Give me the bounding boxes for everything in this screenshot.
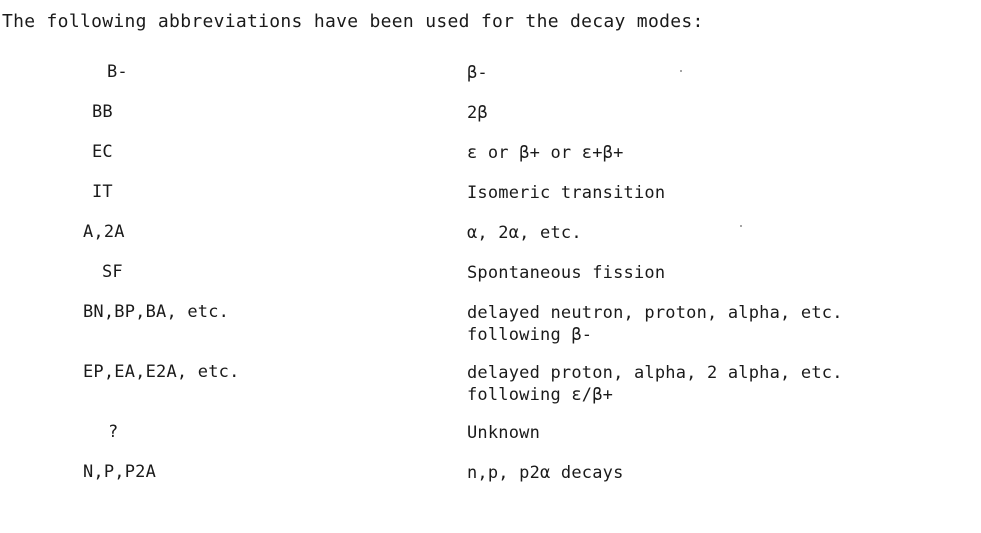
decay-code: BN,BP,BA, etc.	[83, 302, 230, 322]
decay-meaning: delayed proton, alpha, 2 alpha, etc. fol…	[467, 362, 843, 406]
decay-meaning: Spontaneous fission	[467, 263, 666, 283]
decay-code: B-	[107, 62, 128, 82]
document-page: The following abbreviations have been us…	[0, 0, 981, 533]
scan-speck	[680, 70, 682, 72]
decay-meaning-line1: delayed proton, alpha, 2 alpha, etc.	[467, 363, 843, 383]
decay-meaning-line2: following β-	[467, 325, 593, 345]
decay-meaning: n,p, p2α decays	[467, 463, 624, 483]
decay-meaning: Isomeric transition	[467, 183, 666, 203]
decay-code: BB	[92, 102, 113, 122]
decay-meaning: delayed neutron, proton, alpha, etc. fol…	[467, 302, 843, 346]
intro-text: The following abbreviations have been us…	[2, 11, 704, 32]
decay-meaning: β-	[467, 63, 488, 83]
decay-meaning: Unknown	[467, 423, 541, 443]
decay-code: SF	[102, 262, 123, 282]
decay-meaning: ε or β+ or ε+β+	[467, 143, 624, 163]
decay-code: N,P,P2A	[83, 462, 157, 482]
decay-code: IT	[92, 182, 113, 202]
scan-speck	[740, 225, 742, 227]
decay-code: EP,EA,E2A, etc.	[83, 362, 240, 382]
decay-code: A,2A	[83, 222, 125, 242]
decay-meaning-line2: following ε/β+	[467, 385, 614, 405]
decay-meaning: α, 2α, etc.	[467, 223, 582, 243]
decay-code: EC	[92, 142, 113, 162]
decay-meaning: 2β	[467, 103, 488, 123]
decay-meaning-line1: delayed neutron, proton, alpha, etc.	[467, 303, 843, 323]
decay-code: ?	[108, 422, 119, 442]
